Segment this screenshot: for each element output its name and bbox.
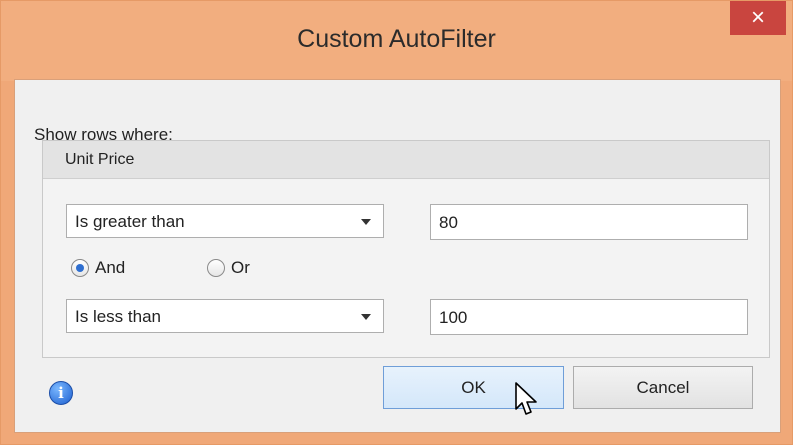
radio-checked-icon bbox=[71, 259, 89, 277]
cancel-button[interactable]: Cancel bbox=[573, 366, 753, 409]
condition1-operator-value: Is greater than bbox=[75, 212, 185, 231]
chevron-down-icon bbox=[361, 314, 371, 320]
mouse-pointer-icon bbox=[515, 382, 537, 415]
title-bar[interactable]: Custom AutoFilter × bbox=[1, 1, 792, 81]
dialog-title: Custom AutoFilter bbox=[297, 25, 496, 53]
or-label: Or bbox=[231, 258, 250, 277]
or-radio[interactable]: Or bbox=[207, 258, 250, 278]
condition1-operator-select[interactable]: Is greater than bbox=[66, 204, 384, 238]
radio-unchecked-icon bbox=[207, 259, 225, 277]
info-icon[interactable]: i bbox=[49, 381, 73, 405]
condition2-operator-value: Is less than bbox=[75, 307, 161, 326]
condition1-value: 80 bbox=[439, 213, 458, 232]
condition2-value: 100 bbox=[439, 308, 468, 327]
condition2-operator-select[interactable]: Is less than bbox=[66, 299, 384, 333]
close-button[interactable]: × bbox=[730, 1, 786, 35]
ok-button-label: OK bbox=[461, 377, 486, 397]
condition1-value-input[interactable]: 80 bbox=[430, 204, 748, 240]
group-header: Unit Price bbox=[43, 141, 769, 179]
and-label: And bbox=[95, 258, 126, 277]
and-radio[interactable]: And bbox=[71, 258, 125, 278]
field-name: Unit Price bbox=[65, 151, 135, 168]
info-icon-glyph: i bbox=[58, 384, 64, 402]
cancel-button-label: Cancel bbox=[636, 377, 690, 397]
close-icon: × bbox=[750, 4, 765, 31]
chevron-down-icon bbox=[361, 219, 371, 225]
condition2-value-input[interactable]: 100 bbox=[430, 299, 748, 335]
